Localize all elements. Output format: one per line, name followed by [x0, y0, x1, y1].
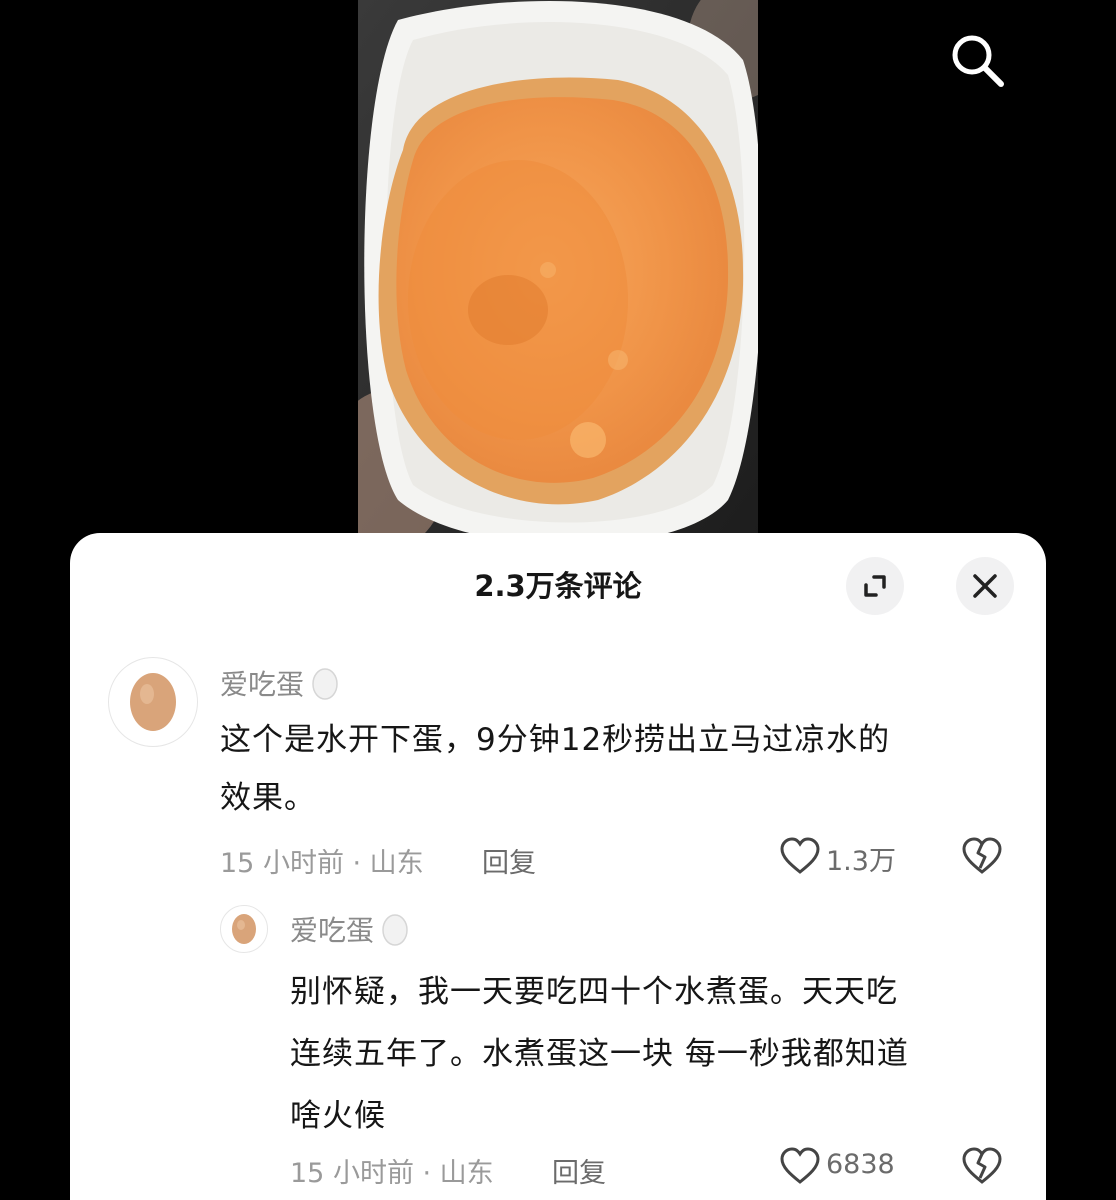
like-button[interactable]: 1.3万 [778, 835, 918, 879]
comment-item: 爱吃蛋 这个是水开下蛋，9分钟12秒捞出立马过凉水的 效果。 15 小时前 · … [70, 533, 1046, 893]
comment-meta: 15 小时前 · 山东 [290, 1158, 494, 1189]
broken-heart-icon [962, 837, 1002, 874]
search-button[interactable] [945, 28, 1009, 92]
reply-comment-item: 爱吃蛋 别怀疑，我一天要吃四十个水煮蛋。天天吃 连续五年了。水煮蛋这一块 每一秒… [70, 893, 1046, 1200]
reply-button[interactable]: 回复 [482, 841, 536, 880]
like-count: 1.3万 [826, 846, 896, 877]
egg-emoji-icon [310, 665, 340, 708]
egg-photo [358, 0, 758, 540]
comment-text-line: 效果。 [220, 780, 316, 816]
comment-text-line: 啥火候 [290, 1098, 386, 1134]
screen: 2.3万条评论 爱吃蛋 这个是水开下蛋，9分钟12秒捞出立马过凉水的 效果。 1… [0, 0, 1116, 1200]
comment-sheet: 2.3万条评论 爱吃蛋 这个是水开下蛋，9分钟12秒捞出立马过凉水的 效果。 1… [70, 533, 1046, 1200]
egg-video[interactable] [358, 0, 758, 540]
dislike-button[interactable] [960, 835, 1004, 879]
egg-avatar-icon [130, 673, 176, 731]
username[interactable]: 爱吃蛋 [220, 663, 340, 708]
like-button[interactable]: 6838 [778, 1145, 918, 1189]
username[interactable]: 爱吃蛋 [290, 909, 410, 954]
search-icon [952, 35, 1004, 87]
comment-text-line: 别怀疑，我一天要吃四十个水煮蛋。天天吃 [290, 974, 898, 1010]
egg-emoji-icon [380, 911, 410, 954]
dislike-button[interactable] [960, 1145, 1004, 1189]
comment-text-line: 这个是水开下蛋，9分钟12秒捞出立马过凉水的 [220, 722, 891, 758]
broken-heart-icon [962, 1147, 1002, 1184]
heart-icon [780, 837, 820, 874]
egg-avatar-icon [232, 914, 256, 944]
avatar[interactable] [220, 905, 268, 953]
comment-text: 这个是水开下蛋，9分钟12秒捞出立马过凉水的 效果。 [220, 711, 1020, 827]
like-count: 6838 [826, 1149, 895, 1180]
username-text: 爱吃蛋 [290, 914, 375, 947]
reply-button[interactable]: 回复 [552, 1151, 606, 1190]
comment-meta: 15 小时前 · 山东 [220, 848, 424, 879]
avatar[interactable] [108, 657, 198, 747]
comment-text-line: 连续五年了。水煮蛋这一块 每一秒我都知道 [290, 1036, 909, 1072]
heart-icon [780, 1147, 820, 1184]
username-text: 爱吃蛋 [220, 668, 305, 701]
comment-text: 别怀疑，我一天要吃四十个水煮蛋。天天吃 连续五年了。水煮蛋这一块 每一秒我都知道… [290, 961, 1010, 1147]
